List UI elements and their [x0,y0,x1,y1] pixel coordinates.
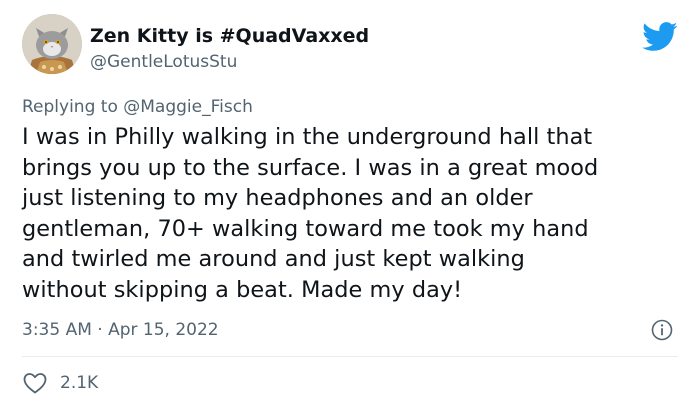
tweet-text: I was in Philly walking in the undergrou… [22,124,599,303]
info-icon[interactable] [650,318,674,342]
tweet-card: Zen Kitty is #QuadVaxxed @GentleLotusStu… [0,0,700,410]
tweet-timestamp[interactable]: 3:35 AM · Apr 15, 2022 [22,319,219,341]
author-handle[interactable]: @GentleLotusStu [90,51,237,73]
replying-prefix: Replying to [22,97,124,117]
cat-avatar-image [22,14,82,74]
twitter-bird-icon[interactable] [642,22,678,52]
like-count: 2.1K [60,373,99,393]
replying-to-line: Replying to @Maggie_Fisch [22,96,253,118]
author-name[interactable]: Zen Kitty is #QuadVaxxed [90,24,369,48]
avatar[interactable] [22,14,82,74]
tweet-header: Zen Kitty is #QuadVaxxed @GentleLotusStu [22,14,682,84]
like-button[interactable]: 2.1K [22,371,98,395]
replying-to-mention[interactable]: @Maggie_Fisch [123,97,253,117]
divider [22,356,678,357]
heart-icon[interactable] [22,371,48,395]
